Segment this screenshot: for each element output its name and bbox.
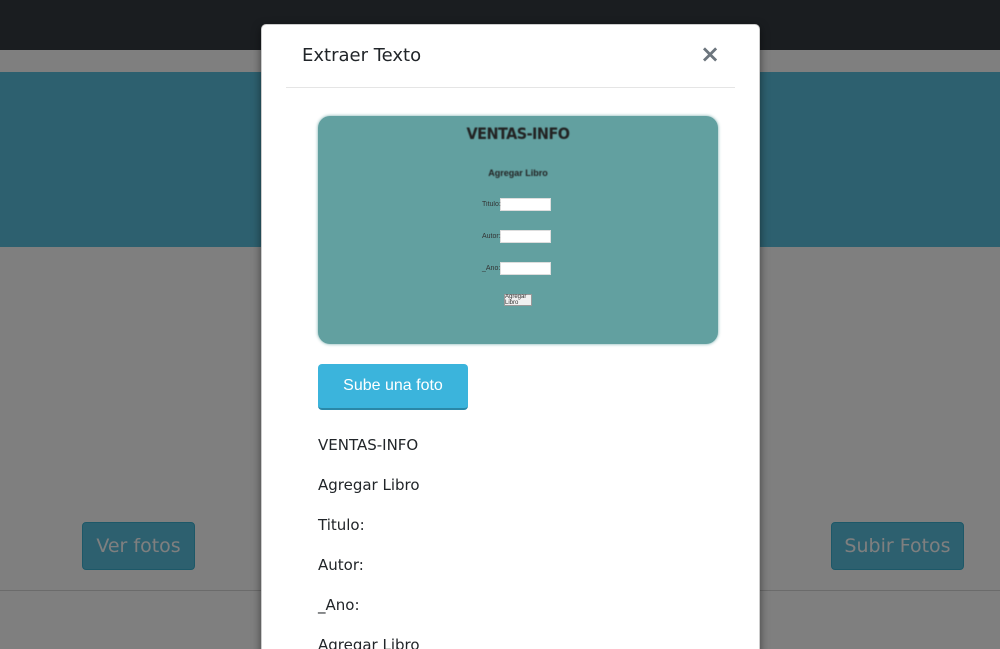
- preview-field-row: Autor:: [482, 229, 551, 243]
- preview-title: VENTAS-INFO: [466, 124, 570, 143]
- preview-field-row: _Ano:: [482, 261, 551, 275]
- preview-field-box: [500, 229, 551, 243]
- modal-title: Extraer Texto: [302, 45, 422, 66]
- preview-field-label: _Ano:: [482, 264, 501, 272]
- extracted-text-line: Agregar Libro: [318, 476, 420, 494]
- preview-field-box: [500, 197, 551, 211]
- modal-header: Extraer Texto ×: [286, 25, 735, 88]
- extracted-text-line: VENTAS-INFO: [318, 436, 419, 454]
- uploaded-photo-preview: VENTAS-INFO Agregar Libro Titulo: Autor:…: [318, 116, 718, 344]
- preview-field-row: Titulo:: [482, 197, 551, 211]
- upload-photo-button[interactable]: Sube una foto: [318, 364, 468, 410]
- extracted-text-line: Titulo:: [318, 516, 365, 534]
- extracted-text-line: Autor:: [318, 556, 364, 574]
- extract-text-modal: Extraer Texto × VENTAS-INFO Agregar Libr…: [261, 24, 760, 649]
- extracted-text-line: Agregar Libro: [318, 636, 420, 649]
- preview-field-label: Titulo:: [482, 200, 501, 208]
- preview-button: Agregar Libro: [504, 294, 532, 306]
- preview-field-box: [500, 261, 551, 275]
- preview-subtitle: Agregar Libro: [488, 168, 548, 178]
- close-icon[interactable]: ×: [699, 42, 721, 66]
- preview-field-label: Autor:: [482, 232, 501, 240]
- extracted-text-line: _Ano:: [318, 596, 360, 614]
- page: Ver fotos Subir Fotos Extraer Texto × VE…: [0, 0, 1000, 649]
- extracted-text-list: VENTAS-INFO Agregar Libro Titulo: Autor:…: [318, 435, 420, 649]
